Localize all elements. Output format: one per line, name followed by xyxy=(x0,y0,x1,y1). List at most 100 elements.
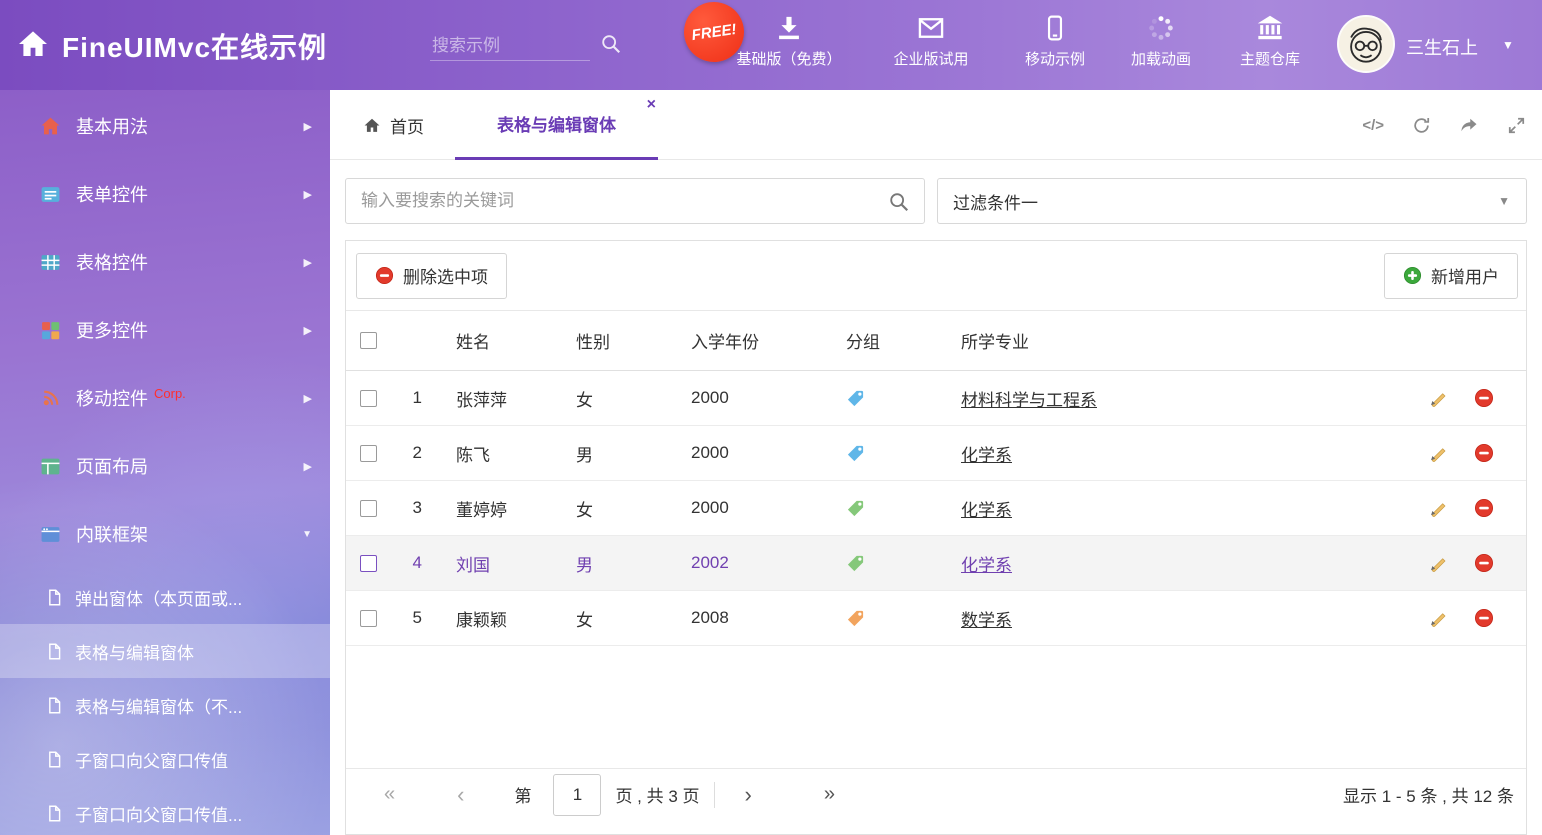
sidebar-subitem-popup-window[interactable]: 弹出窗体（本页面或... xyxy=(0,570,330,624)
user-name[interactable]: 三生石上 xyxy=(1406,34,1478,60)
cell-group xyxy=(826,444,941,463)
next-page-icon[interactable]: › xyxy=(745,782,752,808)
edit-pencil-icon[interactable] xyxy=(1428,498,1448,518)
sidebar-subitem-child-to-parent-2[interactable]: 子窗口向父窗口传值... xyxy=(0,786,330,835)
page-icon xyxy=(46,589,63,606)
first-page-icon[interactable]: « xyxy=(384,783,395,806)
delete-row-icon[interactable] xyxy=(1474,498,1494,518)
row-checkbox[interactable] xyxy=(360,555,377,572)
delete-row-icon[interactable] xyxy=(1474,388,1494,408)
cell-name: 陈飞 xyxy=(436,441,556,466)
col-header-year[interactable]: 入学年份 xyxy=(671,328,826,353)
cell-name: 张萍萍 xyxy=(436,386,556,411)
sidebar-subitem-grid-edit-window-2[interactable]: 表格与编辑窗体（不... xyxy=(0,678,330,732)
table-row: 5 康颖颖 女 2008 数学系 xyxy=(346,591,1526,646)
sidebar-item-form-controls[interactable]: 表单控件 ▶ xyxy=(0,160,330,228)
nav-item-mobile-demo[interactable]: 移动示例 xyxy=(1002,14,1108,78)
cell-group xyxy=(826,499,941,518)
sidebar-item-table-controls[interactable]: 表格控件 ▶ xyxy=(0,228,330,296)
cell-gender: 男 xyxy=(556,441,671,466)
avatar[interactable] xyxy=(1337,15,1395,73)
nav-item-enterprise-trial[interactable]: 企业版试用 xyxy=(860,14,1002,78)
table-header-row: 姓名 性别 入学年份 分组 所学专业 xyxy=(346,311,1526,371)
fullscreen-icon[interactable] xyxy=(1507,116,1526,135)
edit-pencil-icon[interactable] xyxy=(1428,443,1448,463)
tab-grid-edit-window[interactable]: 表格与编辑窗体 × xyxy=(455,90,658,160)
layout-icon xyxy=(40,456,61,477)
delete-row-icon[interactable] xyxy=(1474,443,1494,463)
chevron-right-icon: ▶ xyxy=(304,256,312,269)
edit-pencil-icon[interactable] xyxy=(1428,553,1448,573)
home-icon xyxy=(363,117,381,134)
nav-item-loading-animation[interactable]: 加载动画 xyxy=(1108,14,1214,78)
header-search-input[interactable] xyxy=(430,32,590,61)
header-nav: 基础版（免费） 企业版试用 移动示例 加载动画 主题仓库 xyxy=(718,14,1326,78)
chevron-down-icon[interactable]: ▼ xyxy=(1502,38,1514,52)
chevron-right-icon: ▶ xyxy=(304,392,312,405)
nav-item-theme-store[interactable]: 主题仓库 xyxy=(1214,14,1326,78)
col-header-group[interactable]: 分组 xyxy=(826,328,941,353)
add-user-button[interactable]: 新增用户 xyxy=(1384,253,1518,299)
tag-icon xyxy=(846,444,865,463)
mobile-icon xyxy=(1042,14,1068,42)
keyword-search-input[interactable] xyxy=(346,179,866,223)
row-index: 3 xyxy=(391,498,436,518)
sidebar-item-page-layout[interactable]: 页面布局 ▶ xyxy=(0,432,330,500)
data-grid: 姓名 性别 入学年份 分组 所学专业 1 张萍萍 女 2000 材料科学与工程系 xyxy=(346,311,1526,646)
sidebar-submenu: 弹出窗体（本页面或... 表格与编辑窗体 表格与编辑窗体（不... 子窗口向父窗… xyxy=(0,570,330,835)
close-icon[interactable]: × xyxy=(647,96,656,114)
chevron-right-icon: ▶ xyxy=(304,460,312,473)
sidebar-subitem-grid-edit-window[interactable]: 表格与编辑窗体 xyxy=(0,624,330,678)
loading-spinner-icon xyxy=(1147,14,1175,42)
select-all-checkbox[interactable] xyxy=(360,332,377,349)
tab-toolbar: </> xyxy=(1362,90,1526,160)
edit-pencil-icon[interactable] xyxy=(1428,388,1448,408)
row-checkbox[interactable] xyxy=(360,610,377,627)
page-label-suffix: 页 , 共 3 页 xyxy=(615,782,699,807)
delete-selected-button[interactable]: 删除选中项 xyxy=(356,253,507,299)
cell-group xyxy=(826,609,941,628)
tag-icon xyxy=(846,389,865,408)
col-header-gender[interactable]: 性别 xyxy=(556,328,671,353)
refresh-icon[interactable] xyxy=(1412,116,1431,135)
home-icon[interactable] xyxy=(16,28,50,60)
search-icon[interactable] xyxy=(888,191,910,213)
tag-icon xyxy=(846,554,865,573)
edit-pencil-icon[interactable] xyxy=(1428,608,1448,628)
sidebar-item-more-controls[interactable]: 更多控件 ▶ xyxy=(0,296,330,364)
top-header: FineUIMvc在线示例 FREE! 基础版（免费） 企业版试用 移动示例 加… xyxy=(0,0,1542,90)
sidebar-item-inline-frame[interactable]: 内联框架 ▼ xyxy=(0,500,330,568)
major-link[interactable]: 化学系 xyxy=(961,556,1012,575)
row-checkbox[interactable] xyxy=(360,390,377,407)
sidebar-subitem-child-to-parent[interactable]: 子窗口向父窗口传值 xyxy=(0,732,330,786)
last-page-icon[interactable]: » xyxy=(824,783,835,806)
bank-icon xyxy=(1256,14,1284,42)
col-header-name[interactable]: 姓名 xyxy=(436,328,556,353)
cell-year: 2000 xyxy=(671,498,826,518)
sidebar-item-mobile-controls[interactable]: 移动控件 Corp. ▶ xyxy=(0,364,330,432)
col-header-major[interactable]: 所学专业 xyxy=(941,328,1416,353)
major-link[interactable]: 化学系 xyxy=(961,446,1012,465)
filter-dropdown[interactable]: 过滤条件一 ▼ xyxy=(937,178,1527,224)
window-icon xyxy=(40,524,61,545)
major-link[interactable]: 化学系 xyxy=(961,501,1012,520)
prev-page-icon[interactable]: ‹ xyxy=(457,782,464,808)
header-search-icon[interactable] xyxy=(600,33,622,55)
header-search xyxy=(430,32,595,61)
cell-gender: 女 xyxy=(556,386,671,411)
page-number-input[interactable] xyxy=(553,774,601,816)
row-checkbox[interactable] xyxy=(360,500,377,517)
page-label-prefix: 第 xyxy=(514,782,531,807)
row-checkbox[interactable] xyxy=(360,445,377,462)
sidebar-item-basic-usage[interactable]: 基本用法 ▶ xyxy=(0,92,330,160)
major-link[interactable]: 数学系 xyxy=(961,611,1012,630)
major-link[interactable]: 材料科学与工程系 xyxy=(961,391,1097,410)
home-colored-icon xyxy=(40,116,61,137)
delete-row-icon[interactable] xyxy=(1474,608,1494,628)
pagination-bar: « ‹ 第 页 , 共 3 页 › » 显示 1 - 5 条 , 共 12 条 xyxy=(346,768,1526,820)
tab-home[interactable]: 首页 xyxy=(363,90,424,160)
share-icon[interactable] xyxy=(1459,115,1479,135)
delete-row-icon[interactable] xyxy=(1474,553,1494,573)
source-code-icon[interactable]: </> xyxy=(1362,117,1384,134)
table-row: 1 张萍萍 女 2000 材料科学与工程系 xyxy=(346,371,1526,426)
